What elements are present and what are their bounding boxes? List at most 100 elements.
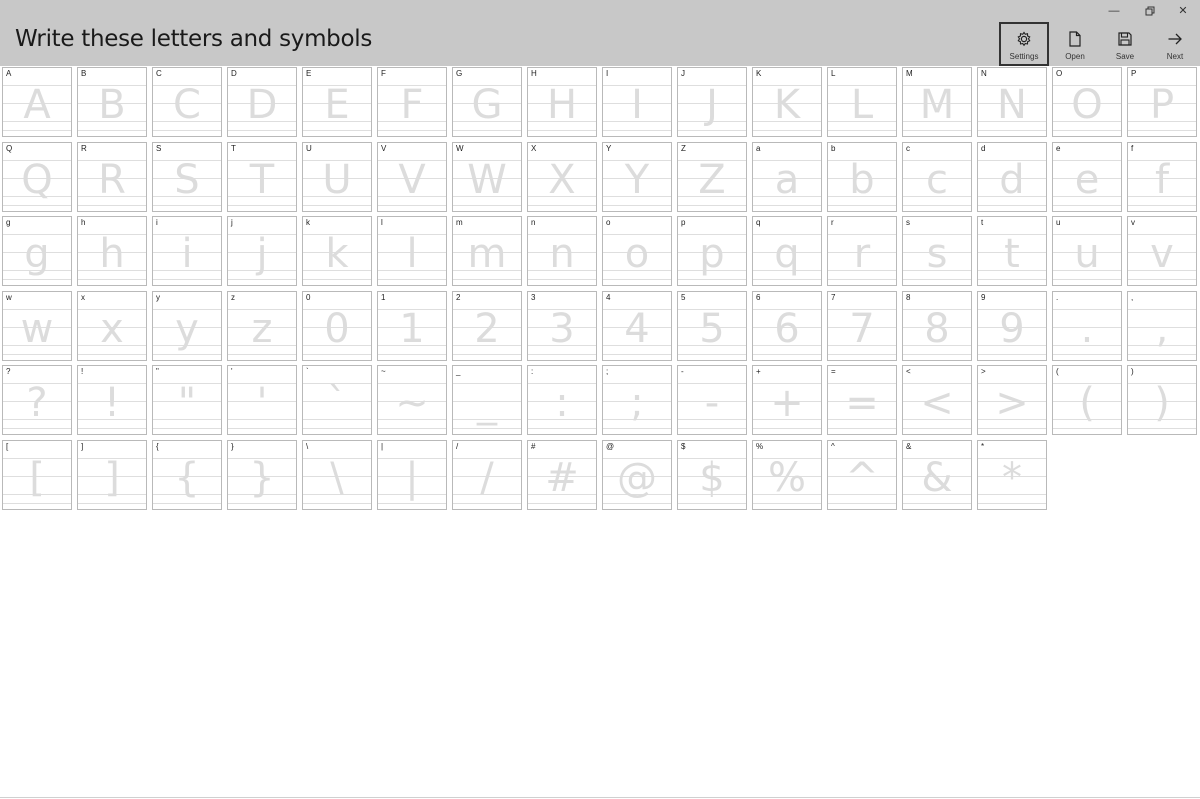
open-button[interactable]: Open (1050, 22, 1100, 66)
next-button[interactable]: Next (1150, 22, 1200, 66)
glyph-cell[interactable]: 99 (977, 291, 1047, 361)
glyph-cell[interactable]: tt (977, 216, 1047, 286)
glyph-cell[interactable]: YY (602, 142, 672, 212)
glyph-cell[interactable]: TT (227, 142, 297, 212)
minimize-button[interactable]: — (1098, 2, 1130, 20)
glyph-cell[interactable]: -- (677, 365, 747, 435)
glyph-cell[interactable]: # # (527, 440, 597, 510)
glyph-cell[interactable]: \ \ (302, 440, 372, 510)
glyph-cell[interactable]: JJ (677, 67, 747, 137)
glyph-cell[interactable]: FF (377, 67, 447, 137)
save-button[interactable]: Save (1100, 22, 1150, 66)
glyph-cell[interactable]: {{ (152, 440, 222, 510)
glyph-cell[interactable]: > > (977, 365, 1047, 435)
glyph-cell[interactable]: nn (527, 216, 597, 286)
glyph-cell[interactable]: ;; (602, 365, 672, 435)
glyph-cell[interactable]: 11 (377, 291, 447, 361)
glyph-cell[interactable]: .. (1052, 291, 1122, 361)
glyph-cell[interactable]: mm (452, 216, 522, 286)
glyph-cell[interactable]: LL (827, 67, 897, 137)
glyph-cell[interactable]: xx (77, 291, 147, 361)
glyph-cell[interactable]: XX (527, 142, 597, 212)
glyph-cell[interactable]: ll (377, 216, 447, 286)
glyph-cell[interactable]: rr (827, 216, 897, 286)
glyph-cell[interactable]: (( (1052, 365, 1122, 435)
glyph-cell[interactable]: ' ' (227, 365, 297, 435)
glyph-cell[interactable]: HH (527, 67, 597, 137)
glyph-cell[interactable]: dd (977, 142, 1047, 212)
glyph-cell[interactable]: ~ ~ (377, 365, 447, 435)
glyph-cell[interactable]: | | (377, 440, 447, 510)
glyph-cell[interactable]: 77 (827, 291, 897, 361)
glyph-cell[interactable]: * * (977, 440, 1047, 510)
glyph-cell[interactable]: MM (902, 67, 972, 137)
glyph-cell[interactable]: )) (1127, 365, 1197, 435)
settings-button[interactable]: Settings (999, 22, 1049, 66)
glyph-cell[interactable]: hh (77, 216, 147, 286)
glyph-cell[interactable]: ee (1052, 142, 1122, 212)
glyph-cell[interactable]: 55 (677, 291, 747, 361)
glyph-cell[interactable]: = = (827, 365, 897, 435)
glyph-cell[interactable]: CC (152, 67, 222, 137)
glyph-cell[interactable]: !! (77, 365, 147, 435)
glyph-cell[interactable]: VV (377, 142, 447, 212)
glyph-cell[interactable]: ` ` (302, 365, 372, 435)
glyph-cell[interactable]: bb (827, 142, 897, 212)
glyph-cell[interactable]: oo (602, 216, 672, 286)
glyph-cell[interactable]: ii (152, 216, 222, 286)
glyph-cell[interactable]: 22 (452, 291, 522, 361)
glyph-cell[interactable]: + + (752, 365, 822, 435)
glyph-cell[interactable]: / / (452, 440, 522, 510)
glyph-cell[interactable]: WW (452, 142, 522, 212)
glyph-cell[interactable]: :: (527, 365, 597, 435)
glyph-cell[interactable]: OO (1052, 67, 1122, 137)
close-window-button[interactable]: ✕ (1167, 2, 1199, 20)
glyph-cell[interactable]: gg (2, 216, 72, 286)
glyph-cell[interactable]: NN (977, 67, 1047, 137)
glyph-cell[interactable]: DD (227, 67, 297, 137)
glyph-cell[interactable]: AA (2, 67, 72, 137)
glyph-cell[interactable]: GG (452, 67, 522, 137)
glyph-cell[interactable]: ]] (77, 440, 147, 510)
glyph-cell[interactable]: uu (1052, 216, 1122, 286)
glyph-cell[interactable]: [[ (2, 440, 72, 510)
glyph-cell[interactable]: ss (902, 216, 972, 286)
restore-button[interactable] (1134, 2, 1166, 20)
glyph-cell[interactable]: ww (2, 291, 72, 361)
glyph-cell[interactable]: II (602, 67, 672, 137)
glyph-cell[interactable]: cc (902, 142, 972, 212)
glyph-cell[interactable]: SS (152, 142, 222, 212)
glyph-cell[interactable]: qq (752, 216, 822, 286)
glyph-cell[interactable]: zz (227, 291, 297, 361)
glyph-cell[interactable]: vv (1127, 216, 1197, 286)
glyph-cell[interactable]: 88 (902, 291, 972, 361)
glyph-cell[interactable]: ^ ^ (827, 440, 897, 510)
glyph-cell[interactable]: @ @ (602, 440, 672, 510)
glyph-cell[interactable]: KK (752, 67, 822, 137)
glyph-cell[interactable]: QQ (2, 142, 72, 212)
glyph-cell[interactable]: ff (1127, 142, 1197, 212)
glyph-cell[interactable]: ?? (2, 365, 72, 435)
glyph-cell[interactable]: pp (677, 216, 747, 286)
glyph-cell[interactable]: UU (302, 142, 372, 212)
glyph-cell[interactable]: _ _ (452, 365, 522, 435)
glyph-cell[interactable]: 33 (527, 291, 597, 361)
glyph-cell[interactable]: BB (77, 67, 147, 137)
glyph-cell[interactable]: %% (752, 440, 822, 510)
glyph-cell[interactable]: PP (1127, 67, 1197, 137)
glyph-cell[interactable]: 66 (752, 291, 822, 361)
glyph-cell[interactable]: RR (77, 142, 147, 212)
glyph-cell[interactable]: yy (152, 291, 222, 361)
glyph-cell[interactable]: $ $ (677, 440, 747, 510)
glyph-cell[interactable]: ZZ (677, 142, 747, 212)
glyph-cell[interactable]: EE (302, 67, 372, 137)
glyph-cell[interactable]: 44 (602, 291, 672, 361)
glyph-cell[interactable]: aa (752, 142, 822, 212)
glyph-cell[interactable]: & & (902, 440, 972, 510)
glyph-cell[interactable]: 00 (302, 291, 372, 361)
glyph-cell[interactable]: }} (227, 440, 297, 510)
glyph-cell[interactable]: jj (227, 216, 297, 286)
glyph-cell[interactable]: < < (902, 365, 972, 435)
glyph-cell[interactable]: kk (302, 216, 372, 286)
glyph-cell[interactable]: " " (152, 365, 222, 435)
